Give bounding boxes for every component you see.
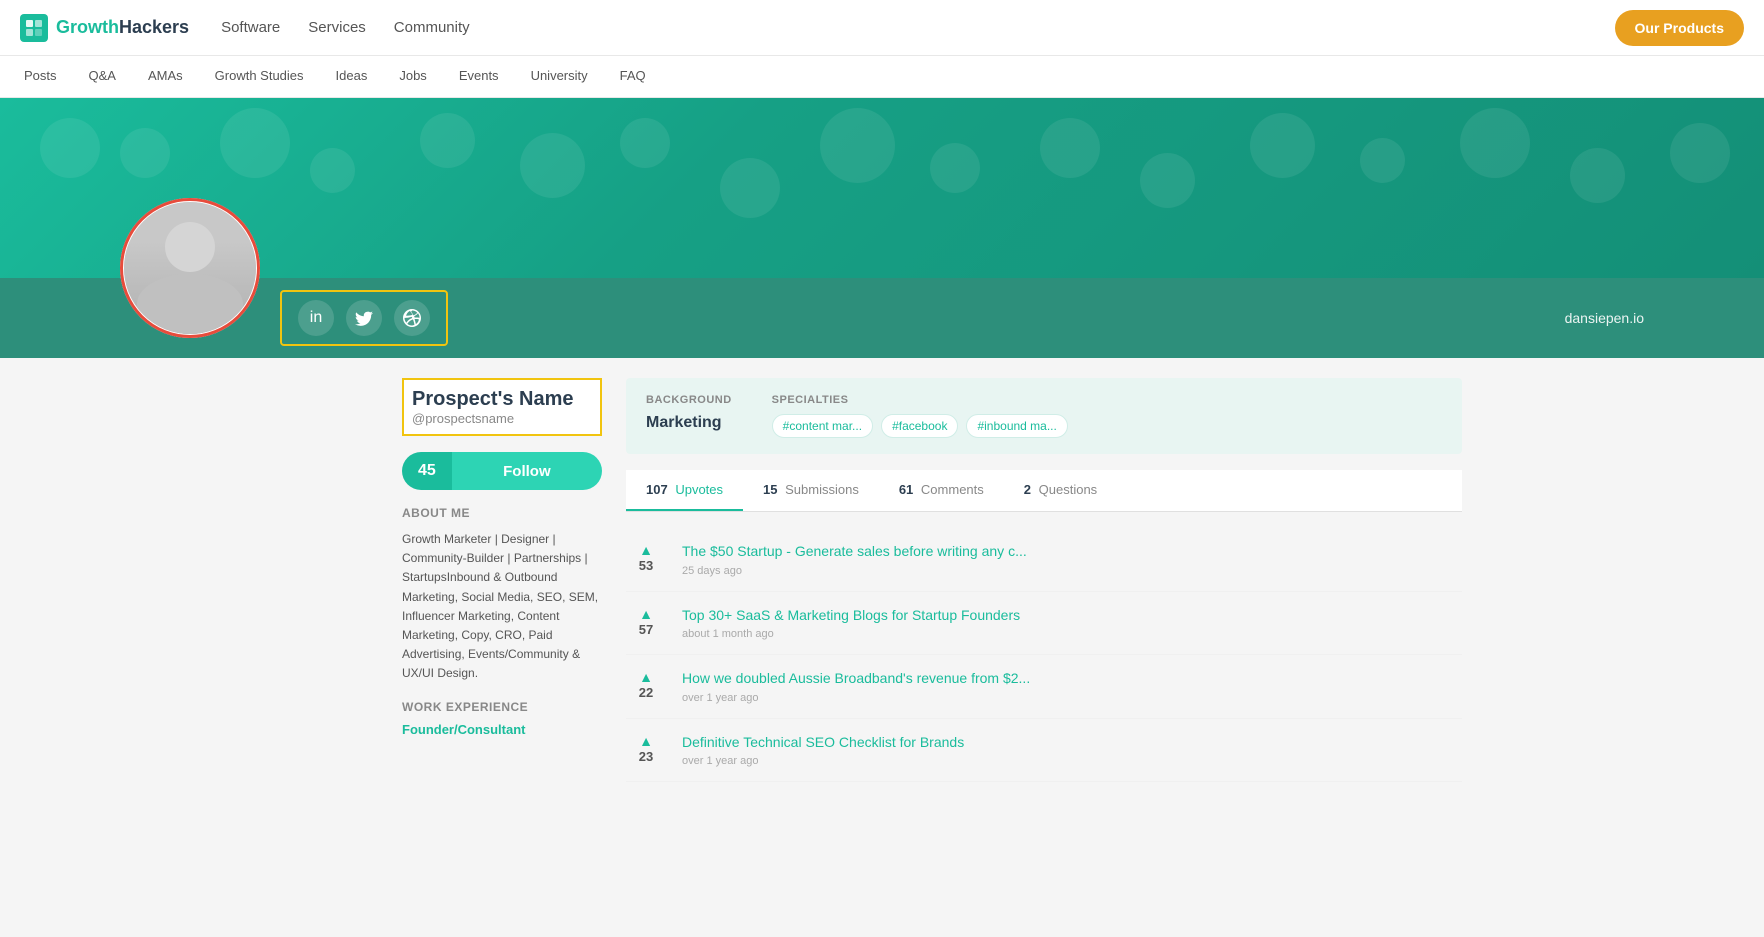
- website-link[interactable]: dansiepen.io: [1565, 310, 1644, 326]
- table-row: ▲ 22 How we doubled Aussie Broadband's r…: [626, 655, 1462, 719]
- logo-text: GrowthHackers: [56, 17, 189, 38]
- post-time-3: over 1 year ago: [682, 755, 964, 767]
- social-icons-box: in: [280, 290, 448, 346]
- post-votes-1: ▲ 57: [626, 606, 666, 637]
- tab-comments[interactable]: 61 Comments: [879, 470, 1004, 511]
- about-me-label: ABOUT ME: [402, 506, 602, 520]
- hero-circles: [0, 98, 1764, 278]
- upvote-icon-0: ▲: [639, 542, 653, 558]
- spec-tag-0[interactable]: #content mar...: [772, 414, 873, 438]
- vote-count-0: 53: [639, 558, 653, 573]
- tab-submissions[interactable]: 15 Submissions: [743, 470, 879, 511]
- upvote-icon-3: ▲: [639, 733, 653, 749]
- tab-questions[interactable]: 2 Questions: [1004, 470, 1117, 511]
- post-content-1: Top 30+ SaaS & Marketing Blogs for Start…: [682, 606, 1020, 641]
- nav-faq[interactable]: FAQ: [616, 56, 650, 97]
- post-content-0: The $50 Startup - Generate sales before …: [682, 542, 1027, 577]
- profile-bar: in dansiepen.io: [0, 278, 1764, 358]
- work-exp-value[interactable]: Founder/Consultant: [402, 722, 602, 737]
- post-title-3[interactable]: Definitive Technical SEO Checklist for B…: [682, 734, 964, 750]
- nav-community[interactable]: Community: [394, 1, 470, 54]
- table-row: ▲ 53 The $50 Startup - Generate sales be…: [626, 528, 1462, 592]
- main-content: Prospect's Name @prospectsname 45 Follow…: [282, 358, 1482, 802]
- upvote-icon-1: ▲: [639, 606, 653, 622]
- vote-count-1: 57: [639, 622, 653, 637]
- logo[interactable]: GrowthHackers: [20, 14, 189, 42]
- post-votes-2: ▲ 22: [626, 669, 666, 700]
- about-me-text: Growth Marketer | Designer | Community-B…: [402, 530, 602, 684]
- tab-upvotes[interactable]: 107 Upvotes: [626, 470, 743, 511]
- work-exp-label: WORK EXPERIENCE: [402, 700, 602, 714]
- follow-count: 45: [402, 452, 452, 490]
- nav-services[interactable]: Services: [308, 1, 366, 54]
- hero-banner: [0, 98, 1764, 278]
- secondary-nav: Posts Q&A AMAs Growth Studies Ideas Jobs…: [0, 56, 1764, 98]
- post-content-2: How we doubled Aussie Broadband's revenu…: [682, 669, 1030, 704]
- vote-count-2: 22: [639, 685, 653, 700]
- nav-events[interactable]: Events: [455, 56, 503, 97]
- upvote-icon-2: ▲: [639, 669, 653, 685]
- background-value: Marketing: [646, 414, 732, 432]
- nav-posts[interactable]: Posts: [20, 56, 61, 97]
- background-section: BACKGROUND Marketing: [646, 394, 732, 438]
- our-products-button[interactable]: Our Products: [1615, 10, 1744, 46]
- post-content-3: Definitive Technical SEO Checklist for B…: [682, 733, 964, 768]
- dribbble-icon[interactable]: [394, 300, 430, 336]
- nav-software[interactable]: Software: [221, 1, 280, 54]
- table-row: ▲ 23 Definitive Technical SEO Checklist …: [626, 719, 1462, 783]
- nav-growth-studies[interactable]: Growth Studies: [211, 56, 308, 97]
- profile-handle: @prospectsname: [412, 411, 592, 426]
- nav-ideas[interactable]: Ideas: [332, 56, 372, 97]
- nav-university[interactable]: University: [527, 56, 592, 97]
- left-column: Prospect's Name @prospectsname 45 Follow…: [402, 378, 602, 782]
- post-votes-3: ▲ 23: [626, 733, 666, 764]
- vote-count-3: 23: [639, 749, 653, 764]
- post-time-2: over 1 year ago: [682, 692, 1030, 704]
- profile-name: Prospect's Name: [412, 388, 592, 411]
- nav-amas[interactable]: AMAs: [144, 56, 187, 97]
- specialties-tags: #content mar... #facebook #inbound ma...: [772, 414, 1068, 438]
- profile-name-box: Prospect's Name @prospectsname: [402, 378, 602, 436]
- post-time-0: 25 days ago: [682, 565, 1027, 577]
- follow-button-group[interactable]: 45 Follow: [402, 452, 602, 490]
- spec-tag-2[interactable]: #inbound ma...: [966, 414, 1067, 438]
- right-column: BACKGROUND Marketing SPECIALTIES #conten…: [626, 378, 1462, 782]
- post-votes-0: ▲ 53: [626, 542, 666, 573]
- nav-jobs[interactable]: Jobs: [395, 56, 430, 97]
- background-label: BACKGROUND: [646, 394, 732, 406]
- profile-tabs: 107 Upvotes 15 Submissions 61 Comments 2…: [626, 470, 1462, 512]
- posts-list: ▲ 53 The $50 Startup - Generate sales be…: [626, 528, 1462, 782]
- follow-button[interactable]: Follow: [452, 452, 602, 490]
- top-nav: GrowthHackers Software Services Communit…: [0, 0, 1764, 56]
- table-row: ▲ 57 Top 30+ SaaS & Marketing Blogs for …: [626, 592, 1462, 656]
- nav-left: GrowthHackers Software Services Communit…: [20, 1, 470, 54]
- avatar: [120, 198, 260, 338]
- post-time-1: about 1 month ago: [682, 628, 1020, 640]
- avatar-image: [124, 202, 256, 334]
- specialties-label: SPECIALTIES: [772, 394, 1068, 406]
- twitter-icon[interactable]: [346, 300, 382, 336]
- post-title-0[interactable]: The $50 Startup - Generate sales before …: [682, 543, 1027, 559]
- nav-qa[interactable]: Q&A: [85, 56, 120, 97]
- specialties-section: SPECIALTIES #content mar... #facebook #i…: [772, 394, 1068, 438]
- post-title-2[interactable]: How we doubled Aussie Broadband's revenu…: [682, 670, 1030, 686]
- background-card: BACKGROUND Marketing SPECIALTIES #conten…: [626, 378, 1462, 454]
- nav-links: Software Services Community: [221, 1, 470, 54]
- spec-tag-1[interactable]: #facebook: [881, 414, 958, 438]
- linkedin-icon[interactable]: in: [298, 300, 334, 336]
- logo-icon: [20, 14, 48, 42]
- post-title-1[interactable]: Top 30+ SaaS & Marketing Blogs for Start…: [682, 607, 1020, 623]
